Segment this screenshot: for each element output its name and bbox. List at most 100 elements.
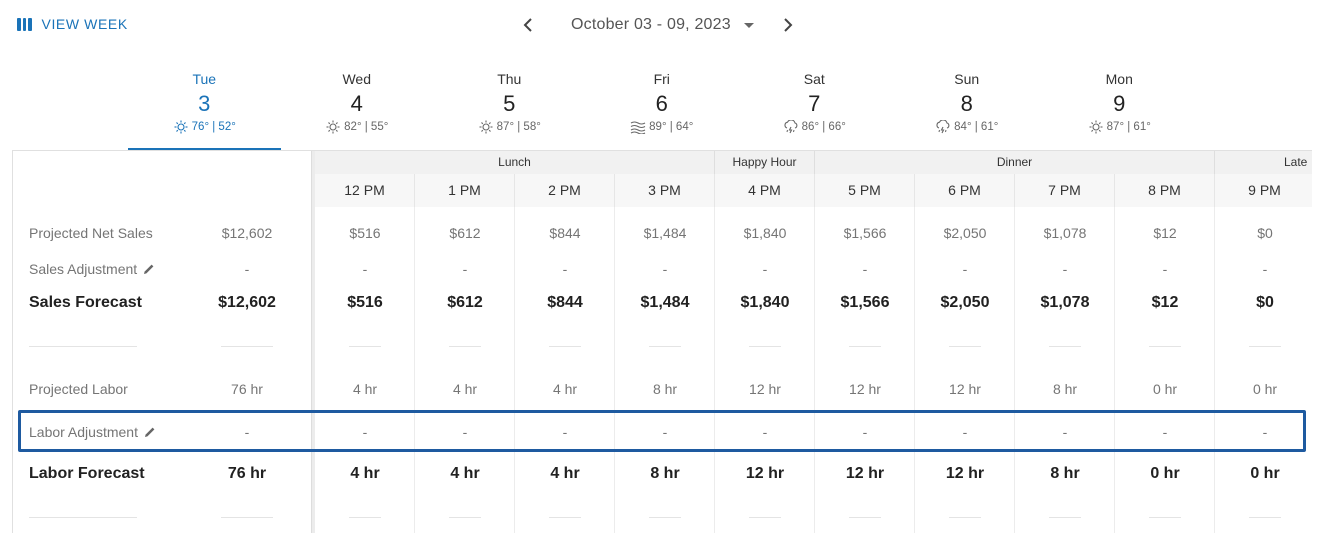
row-label: Sales Adjustment [29, 261, 155, 277]
row-label-text: Sales Adjustment [29, 261, 138, 277]
hour-header: 5 PM [815, 174, 915, 207]
hour-header: 2 PM [515, 174, 615, 207]
value-cell: 4 hr [352, 381, 378, 397]
pencil-icon[interactable] [143, 263, 155, 275]
value-cell[interactable]: - [915, 424, 1015, 440]
row-total[interactable]: - [207, 261, 287, 277]
value-cell[interactable]: - [615, 261, 715, 277]
value-cell[interactable]: - [715, 261, 815, 277]
day-tab-fri[interactable]: Fri 6 89° | 64° [586, 70, 739, 150]
value-cell: 12 hr [845, 465, 885, 482]
view-week-button[interactable]: VIEW WEEK [17, 16, 128, 32]
hour-header: 9 PM [1215, 174, 1312, 207]
value-cell: 8 hr [1050, 465, 1080, 482]
view-week-label: VIEW WEEK [41, 16, 128, 32]
day-number: 3 [198, 91, 211, 116]
section-separator [1049, 517, 1081, 518]
day-tab-sat[interactable]: Sat 7 86° | 66° [738, 70, 891, 150]
day-tab-mon[interactable]: Mon 9 87° | 61° [1043, 70, 1196, 150]
hour-column [1015, 207, 1115, 533]
day-tab-thu[interactable]: Thu 5 87° | 58° [433, 70, 586, 150]
value-cell: $1,840 [743, 225, 787, 241]
hours-header: 12 PM 1 PM 2 PM 3 PM 4 PM 5 PM 6 PM 7 PM 8 PM 9 P… [315, 174, 1312, 207]
value-cell[interactable]: - [815, 261, 915, 277]
day-name: Wed [342, 71, 372, 87]
value-cell: $1,566 [840, 294, 890, 311]
value-cell[interactable]: - [815, 424, 915, 440]
value-cell: $2,050 [940, 294, 990, 311]
value-cell[interactable]: - [715, 424, 815, 440]
hour-header: 1 PM [415, 174, 515, 207]
thunderstorm-icon [935, 120, 951, 134]
section-separator [221, 346, 273, 347]
value-cell[interactable]: - [515, 261, 615, 277]
value-cell[interactable]: - [615, 424, 715, 440]
value-cell: $1,484 [643, 225, 687, 241]
value-cell[interactable]: - [1015, 261, 1115, 277]
day-number: 4 [350, 91, 363, 116]
section-separator [849, 517, 881, 518]
value-cell[interactable]: - [315, 261, 415, 277]
row-label: Projected Labor [29, 381, 128, 397]
section-separator [1249, 346, 1281, 347]
value-cell[interactable]: - [1115, 424, 1215, 440]
pencil-icon[interactable] [144, 426, 156, 438]
hourly-columns: Lunch Happy Hour Dinner Late 12 PM 1 PM 2 PM 3… [315, 151, 1312, 533]
section-separator [749, 346, 781, 347]
day-name: Fri [653, 71, 670, 87]
section-separator [449, 346, 481, 347]
value-cell: 12 hr [849, 381, 881, 397]
temperature-range: 87° | 58° [496, 121, 541, 133]
value-cell[interactable]: - [1215, 261, 1312, 277]
value-cell[interactable]: - [1215, 424, 1312, 440]
day-name: Tue [192, 71, 217, 87]
caret-down-icon[interactable] [743, 22, 754, 28]
value-cell: $12 [1153, 225, 1177, 241]
value-cell[interactable]: - [515, 424, 615, 440]
day-name: Sun [954, 71, 980, 87]
value-cell[interactable]: - [1115, 261, 1215, 277]
value-cell[interactable]: - [415, 424, 515, 440]
row-total[interactable]: - [207, 424, 287, 440]
day-number: 5 [503, 91, 516, 116]
section-separator [1149, 346, 1181, 347]
row-label: Labor Adjustment [29, 424, 156, 440]
value-cell: $12 [1151, 294, 1179, 311]
day-tab-tue[interactable]: Tue 3 76° | 52° [128, 70, 281, 150]
day-number: 8 [960, 91, 973, 116]
section-separator [349, 517, 381, 518]
section-separator [449, 517, 481, 518]
chevron-right-icon[interactable] [778, 11, 798, 39]
row-label: Labor Forecast [29, 465, 145, 483]
hour-column [815, 207, 915, 533]
sun-icon [325, 120, 341, 134]
temperature-range: 87° | 61° [1106, 121, 1151, 133]
value-cell[interactable]: - [315, 424, 415, 440]
date-range-label[interactable]: October 03 - 09, 2023 [571, 16, 731, 34]
value-cell: $1,566 [843, 225, 887, 241]
value-cell: $844 [549, 225, 581, 241]
section-separator [749, 517, 781, 518]
chevron-left-icon[interactable] [518, 11, 538, 39]
value-cell[interactable]: - [415, 261, 515, 277]
day-part-happy-hour: Happy Hour [715, 151, 815, 174]
day-number: 7 [808, 91, 821, 116]
value-cell: 12 hr [745, 465, 785, 482]
value-cell[interactable]: - [915, 261, 1015, 277]
row-total: 76 hr [231, 381, 263, 397]
section-separator [949, 346, 981, 347]
hour-column [915, 207, 1015, 533]
value-cell: $844 [547, 294, 583, 311]
value-cell: 8 hr [650, 465, 680, 482]
value-cell: $1,484 [640, 294, 690, 311]
section-separator [221, 517, 273, 518]
row-label-text: Projected Net Sales [29, 225, 153, 241]
day-tab-sun[interactable]: Sun 8 84° | 61° [891, 70, 1044, 150]
value-cell: 4 hr [452, 381, 478, 397]
day-tab-wed[interactable]: Wed 4 82° | 55° [281, 70, 434, 150]
value-cell[interactable]: - [1015, 424, 1115, 440]
hour-header: 3 PM [615, 174, 715, 207]
date-navigator: October 03 - 09, 2023 [518, 11, 798, 39]
day-part-late: Late [1215, 151, 1312, 174]
day-part-lunch: Lunch [315, 151, 715, 174]
